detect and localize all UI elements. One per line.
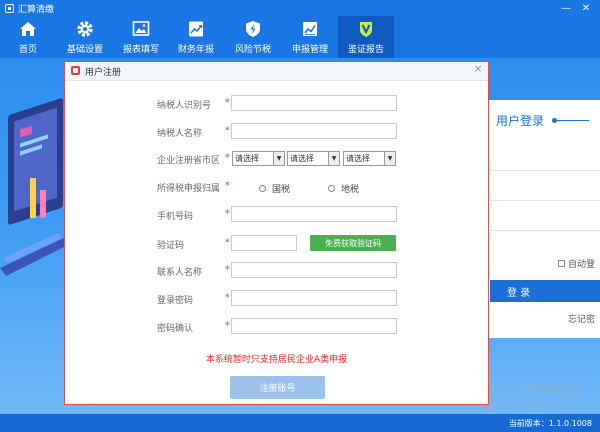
contact-input[interactable] [231, 262, 397, 278]
nav-label: 报表填写 [122, 45, 159, 55]
declare-chart-icon [303, 22, 317, 36]
required-mark: * [225, 238, 230, 248]
required-mark: * [225, 153, 230, 163]
nav-label: 首页 [18, 45, 37, 55]
password-input[interactable] [231, 290, 397, 306]
required-mark: * [225, 293, 230, 303]
main-toolbar: 首页 基础设置 报表填写 财务年报 风险节税 申报管理 鉴证报告 [0, 16, 600, 58]
nav-label: 财务年报 [177, 45, 214, 55]
report-image-icon [132, 21, 150, 36]
nav-label: 基础设置 [66, 45, 103, 55]
select-value: 请选择 [346, 154, 370, 163]
select-value: 请选择 [235, 154, 259, 163]
watermark-url: www.downxia.com [508, 400, 574, 408]
province-select[interactable]: 请选择 ▼ [232, 151, 285, 166]
nav-verify-report[interactable]: 鉴证报告 [338, 16, 394, 58]
watermark: 当下软件园 www.downxia.com [474, 380, 594, 414]
auto-login-label: 自动登 [568, 260, 596, 270]
province-label: 企业注册省市区 [157, 156, 221, 166]
title-bar: 汇算清缴 — ✕ [0, 0, 600, 16]
dropdown-arrow-icon: ▼ [384, 152, 395, 165]
login-password-field[interactable] [490, 200, 600, 201]
required-mark: * [225, 126, 230, 136]
district-select[interactable]: 请选择 ▼ [343, 151, 396, 166]
dropdown-arrow-icon: ▼ [328, 152, 339, 165]
login-button[interactable]: 登 录 [490, 280, 600, 302]
laptop-illustration [0, 98, 70, 276]
login-captcha-field[interactable] [490, 230, 600, 231]
captcha-input[interactable] [231, 235, 297, 251]
nav-label: 申报管理 [291, 45, 328, 55]
register-button[interactable]: 注册账号 [230, 376, 325, 399]
window-controls: — ✕ [556, 0, 596, 16]
login-panel: 用户登录 自动登 登 录 忘记密 [486, 100, 600, 338]
confirm-password-label: 密码确认 [157, 324, 194, 334]
confirm-password-input[interactable] [231, 318, 397, 334]
login-title: 用户登录 [496, 114, 545, 128]
required-mark: * [225, 265, 230, 275]
required-mark: * [225, 181, 230, 191]
nav-label: 风险节税 [234, 45, 271, 55]
watermark-text: 当下软件园 [508, 383, 578, 399]
shield-lightning-icon [246, 21, 260, 37]
local-tax-radio[interactable]: 地税 [328, 182, 359, 195]
notice-text: 本系统暂时只支持居民企业A类申报 [205, 355, 348, 365]
radio-label: 地税 [341, 185, 360, 195]
radio-label: 国税 [272, 185, 291, 195]
decorative-line [555, 120, 589, 121]
nav-declare-manage[interactable]: 申报管理 [282, 16, 338, 58]
verify-badge-icon [360, 22, 372, 37]
auto-login-checkbox[interactable]: 自动登 [558, 257, 595, 270]
city-select[interactable]: 请选择 ▼ [287, 151, 340, 166]
status-bar: 当前版本：1.1.0.1008 [0, 414, 600, 432]
select-value: 请选择 [290, 154, 314, 163]
radio-icon [259, 185, 266, 192]
captcha-label: 验证码 [157, 241, 185, 251]
taxpayer-name-label: 纳税人名称 [157, 129, 203, 139]
checkbox-icon [558, 260, 565, 267]
phone-input[interactable] [231, 206, 397, 222]
gear-icon [77, 21, 93, 37]
nav-risk-tax[interactable]: 风险节税 [224, 16, 282, 58]
home-icon [20, 22, 36, 36]
dialog-logo-icon [71, 66, 80, 75]
required-mark: * [225, 321, 230, 331]
national-tax-radio[interactable]: 国税 [259, 182, 290, 195]
finance-chart-icon [189, 21, 203, 37]
required-mark: * [225, 98, 230, 108]
tax-id-label: 纳税人识别号 [157, 101, 212, 111]
dialog-title: 用户注册 [85, 68, 122, 78]
forgot-password-link[interactable]: 忘记密 [568, 312, 595, 325]
close-window-button[interactable]: ✕ [576, 0, 596, 16]
login-username-field[interactable] [490, 170, 600, 171]
nav-label: 鉴证报告 [347, 45, 384, 55]
tax-bureau-label: 所得税申报归属 [157, 184, 221, 194]
register-dialog: 用户注册 × 纳税人识别号 * 纳税人名称 * 企业注册省市区 * 请选择 ▼ … [64, 61, 489, 405]
dialog-header: 用户注册 × [65, 62, 488, 81]
contact-label: 联系人名称 [157, 268, 203, 278]
radio-icon [328, 185, 335, 192]
password-label: 登录密码 [157, 296, 194, 306]
version-label: 当前版本：1.1.0.1008 [508, 419, 592, 428]
close-icon[interactable]: × [472, 62, 484, 76]
app-logo-icon [5, 3, 14, 13]
nav-report-fill[interactable]: 报表填写 [114, 16, 168, 58]
nav-home[interactable]: 首页 [0, 16, 56, 58]
get-sms-code-button[interactable]: 免费获取验证码 [310, 235, 396, 251]
nav-basic-settings[interactable]: 基础设置 [56, 16, 114, 58]
minimize-button[interactable]: — [556, 0, 576, 16]
window-title: 汇算清缴 [18, 4, 55, 15]
required-mark: * [225, 209, 230, 219]
phone-label: 手机号码 [157, 212, 194, 222]
tax-id-input[interactable] [231, 95, 397, 111]
taxpayer-name-input[interactable] [231, 123, 397, 139]
nav-financial-annual[interactable]: 财务年报 [168, 16, 224, 58]
dropdown-arrow-icon: ▼ [273, 152, 284, 165]
